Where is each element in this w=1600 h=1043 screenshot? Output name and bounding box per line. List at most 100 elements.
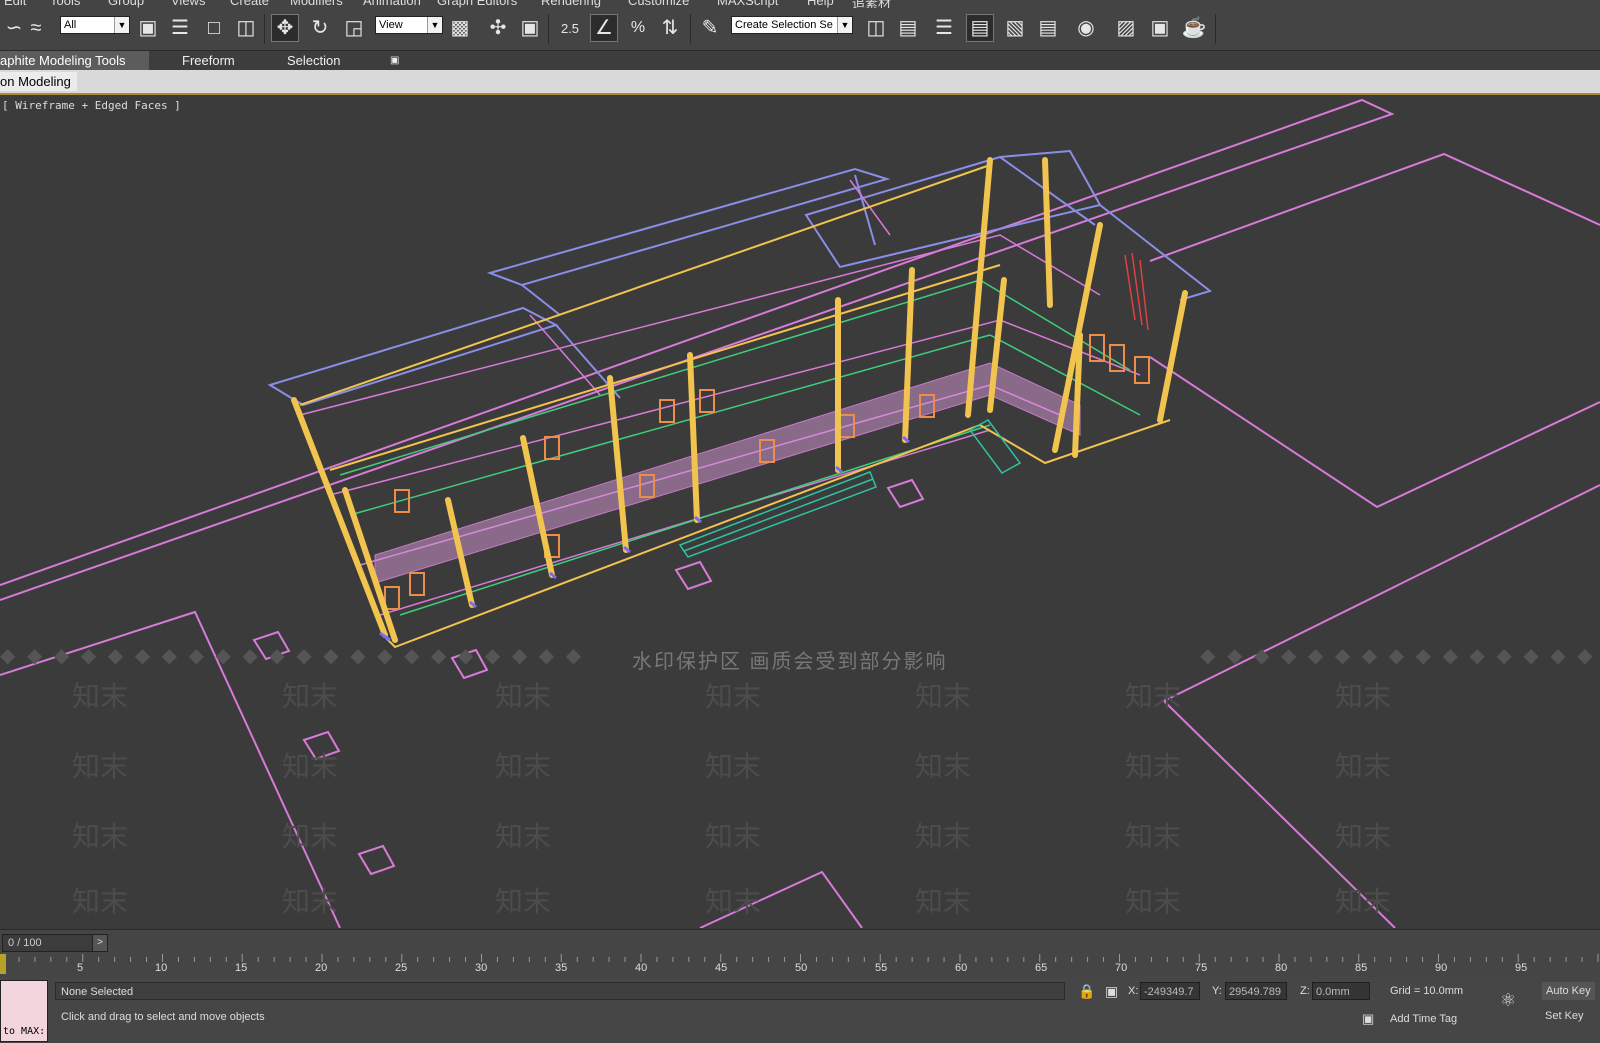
select-and-rotate-icon[interactable]: ↻	[306, 14, 334, 42]
menu-rendering[interactable]: Rendering	[541, 0, 601, 8]
tick-label: 95	[1515, 962, 1528, 974]
y-label: Y:	[1212, 985, 1222, 997]
menu-help[interactable]: Help	[807, 0, 834, 8]
y-coordinate-field[interactable]: 29549.789	[1225, 982, 1287, 1000]
watermark-brand: 知末	[282, 751, 339, 782]
watermark-brand: 知末	[1125, 886, 1182, 917]
schematic-view-icon[interactable]: ▤	[1034, 14, 1062, 42]
perspective-viewport[interactable]: [ Wireframe + Edged Faces ] ◆ ◆ ◆ ◆ ◆ ◆ …	[0, 95, 1600, 928]
x-coordinate-field[interactable]: -249349.7	[1140, 982, 1200, 1000]
window-crossing-icon[interactable]: ◫	[232, 14, 260, 42]
tick-label: 35	[555, 962, 568, 974]
menu-extra[interactable]: 追素材	[852, 0, 891, 8]
tick-label: 30	[475, 962, 488, 974]
z-label: Z:	[1300, 985, 1310, 997]
tick-label: 60	[955, 962, 968, 974]
curve-editor-icon[interactable]: ▧	[1001, 14, 1029, 42]
menu-views[interactable]: Views	[171, 0, 205, 8]
named-selection-value: Create Selection Se	[735, 19, 833, 31]
graphite-toggle-icon[interactable]: ▤	[966, 14, 994, 42]
track-bar[interactable]: 5 10 15 20 25 30 35 40 45 50 55 60 65 70…	[0, 952, 1600, 978]
select-and-scale-icon[interactable]: ◲	[340, 14, 368, 42]
tab-freeform[interactable]: Freeform	[182, 51, 235, 70]
keyboard-shortcut-icon[interactable]: ▣	[516, 14, 544, 42]
tick-label: 10	[155, 962, 168, 974]
viewport-label[interactable]: [ Wireframe + Edged Faces ]	[2, 99, 181, 112]
lock-icon[interactable]: 🔒	[1078, 982, 1095, 1000]
tick-label: 80	[1275, 962, 1288, 974]
watermark-brand: 知末	[915, 821, 972, 852]
selection-status: None Selected	[55, 982, 1065, 1000]
z-coordinate-field[interactable]: 0.0mm	[1312, 982, 1370, 1000]
polygon-modeling-panel-tab[interactable]: on Modeling	[0, 72, 77, 91]
time-slider[interactable]: 0 / 100	[2, 934, 99, 952]
menu-group[interactable]: Group	[108, 0, 144, 8]
tick-label: 50	[795, 962, 808, 974]
percent-snap-icon[interactable]: %	[624, 14, 652, 42]
menu-maxscript[interactable]: MAXScript	[717, 0, 778, 8]
selection-filter-value: All	[64, 19, 77, 31]
select-by-name-icon[interactable]: ☰	[166, 14, 194, 42]
watermark-brand: 知末	[495, 751, 552, 782]
select-and-move-icon[interactable]: ✥	[271, 14, 299, 42]
menu-tools[interactable]: Tools	[50, 0, 80, 8]
time-tag-icon[interactable]: ▣	[1362, 1010, 1374, 1028]
rendered-frame-window-icon[interactable]: ▣	[1146, 14, 1174, 42]
add-time-tag[interactable]: Add Time Tag	[1390, 1010, 1457, 1028]
chevron-down-icon: ▼	[427, 17, 442, 33]
reference-coordinate-dropdown[interactable]: View ▼	[375, 16, 443, 34]
align-icon[interactable]: ▤	[894, 14, 922, 42]
watermark-brand: 知末	[1335, 886, 1392, 917]
tick-label: 40	[635, 962, 648, 974]
wireframe-scene	[0, 98, 1600, 928]
angle-snap-icon[interactable]: ∠	[590, 14, 618, 42]
tab-selection[interactable]: Selection	[287, 51, 340, 70]
auto-key-button[interactable]: Auto Key	[1542, 982, 1595, 1000]
x-label: X:	[1128, 985, 1139, 997]
set-key-button[interactable]: Set Key	[1545, 1007, 1584, 1025]
watermark-brand: 知末	[1125, 681, 1182, 712]
tick-label: 65	[1035, 962, 1048, 974]
bind-space-warp-icon[interactable]: ≈	[22, 14, 50, 42]
menu-bar: Edit Tools Group Views Create Modifiers …	[0, 0, 1600, 8]
status-bar: to MAX: None Selected Click and drag to …	[0, 977, 1600, 1043]
material-editor-icon[interactable]: ◉	[1072, 14, 1100, 42]
chevron-down-icon: ▼	[114, 17, 129, 33]
menu-modifiers[interactable]: Modifiers	[290, 0, 343, 8]
menu-animation[interactable]: Animation	[363, 0, 421, 8]
tab-graphite-modeling-tools[interactable]: aphite Modeling Tools	[0, 51, 149, 70]
render-production-icon[interactable]: ☕	[1180, 14, 1208, 42]
select-object-icon[interactable]: ▣	[134, 14, 162, 42]
watermark-brand: 知末	[1125, 821, 1182, 852]
tick-label: 5	[77, 962, 84, 974]
spinner-snap-icon[interactable]: ⇅	[656, 14, 684, 42]
named-selection-dropdown[interactable]: Create Selection Se ▼	[731, 16, 853, 34]
ribbon-tabs: aphite Modeling Tools Freeform Selection…	[0, 51, 1600, 70]
next-frame-button[interactable]: >	[92, 934, 108, 952]
pivot-center-icon[interactable]: ▩	[446, 14, 474, 42]
selection-status-text: None Selected	[61, 986, 134, 998]
mirror-icon[interactable]: ◫	[862, 14, 890, 42]
render-setup-icon[interactable]: ▨	[1112, 14, 1140, 42]
maxscript-listener[interactable]: to MAX:	[0, 980, 48, 1042]
layer-manager-icon[interactable]: ☰	[930, 14, 958, 42]
menu-create[interactable]: Create	[230, 0, 269, 8]
key-icon[interactable]: ⚛	[1500, 991, 1516, 1009]
menu-customize[interactable]: Customize	[628, 0, 689, 8]
maxscript-label: to MAX:	[3, 1026, 46, 1037]
tick-label: 85	[1355, 962, 1368, 974]
ribbon-options-icon[interactable]: ▣	[390, 51, 399, 70]
watermark-brand: 知末	[282, 681, 339, 712]
rectangle-selection-icon[interactable]: □	[200, 14, 228, 42]
selection-filter-dropdown[interactable]: All ▼	[60, 16, 130, 34]
watermark-brand: 知末	[915, 751, 972, 782]
menu-edit[interactable]: Edit	[4, 0, 26, 8]
snap-toggle-icon[interactable]: 2.5	[556, 14, 584, 42]
edit-named-selection-icon[interactable]: ✎	[696, 14, 724, 42]
manipulate-icon[interactable]: ✣	[484, 14, 512, 42]
tick-label: 70	[1115, 962, 1128, 974]
menu-graph-editors[interactable]: Graph Editors	[437, 0, 517, 8]
absolute-mode-icon[interactable]: ▣	[1105, 982, 1118, 1000]
tick-label: 55	[875, 962, 888, 974]
watermark-brand: 知末	[705, 886, 762, 917]
